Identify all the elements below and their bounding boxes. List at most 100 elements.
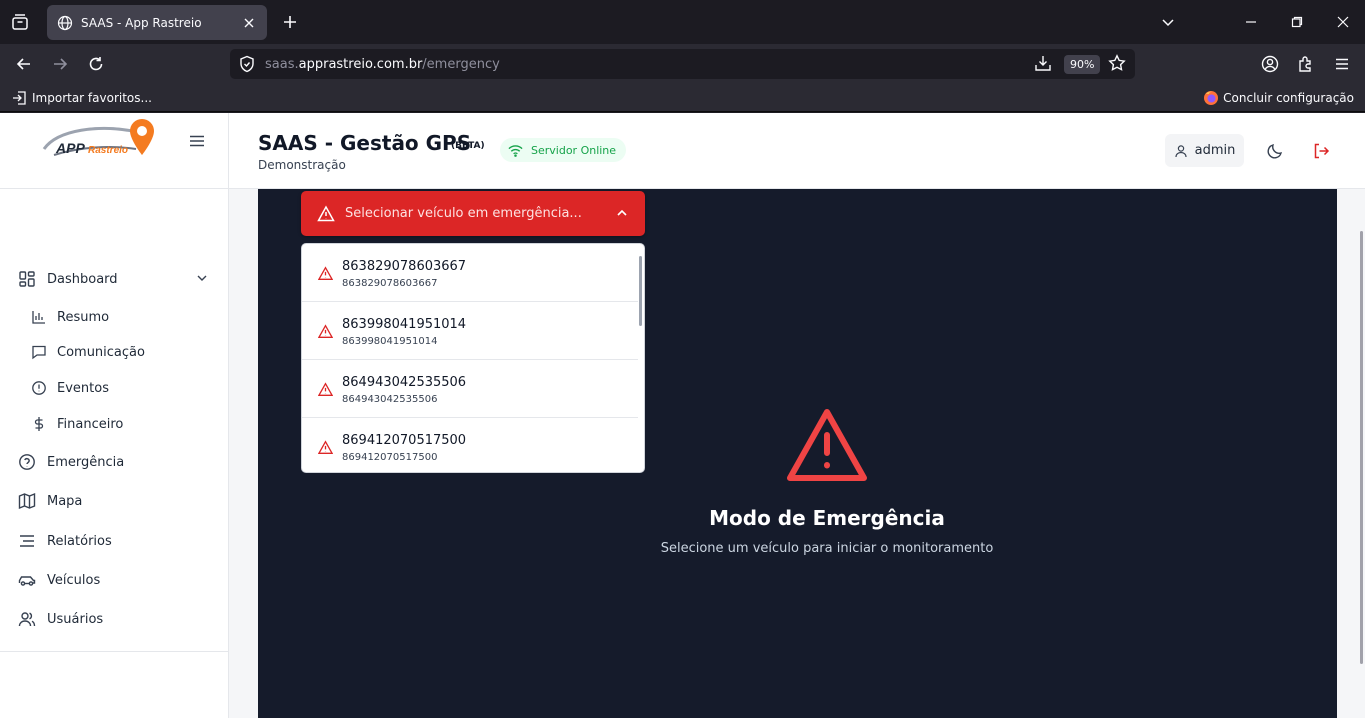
restore-icon[interactable] xyxy=(1285,10,1309,34)
sidebar-item-label: Relatórios xyxy=(47,533,112,549)
menu-icon[interactable] xyxy=(1330,52,1354,76)
page-scrollbar[interactable] xyxy=(1360,231,1363,664)
sidebar-item-label: Resumo xyxy=(57,309,110,325)
moon-icon[interactable] xyxy=(1266,142,1284,160)
star-icon[interactable] xyxy=(1108,54,1128,74)
download-icon[interactable] xyxy=(1034,54,1054,74)
chevron-up-icon xyxy=(616,207,630,221)
globe-icon xyxy=(57,15,73,31)
sidebar: APP Rastreio Dashboard Resumo Comunicaçã… xyxy=(0,113,229,718)
vehicle-subtitle: 863829078603667 xyxy=(342,278,438,289)
back-arrow-icon[interactable] xyxy=(12,52,36,76)
dropdown-scrollbar[interactable] xyxy=(639,256,642,326)
beta-badge: (BETA) xyxy=(451,141,485,151)
finish-setup-label: Concluir configuração xyxy=(1223,91,1354,105)
sidebar-item-label: Veículos xyxy=(47,572,101,588)
user-name: admin xyxy=(1194,143,1236,158)
app-header: SAAS - Gestão GPS (BETA) Demonstração Se… xyxy=(229,113,1365,189)
url-text[interactable]: saas.apprastreio.com.br/emergency xyxy=(265,57,500,72)
sidebar-toggle-icon[interactable] xyxy=(189,133,207,151)
emergency-mode-subtitle: Selecione um veículo para iniciar o moni… xyxy=(660,541,994,556)
sidebar-item-relatorios[interactable]: Relatórios xyxy=(18,532,112,550)
car-icon xyxy=(18,571,36,589)
warning-triangle-icon xyxy=(317,204,335,223)
emergency-vehicle-select[interactable]: Selecionar veículo em emergência... xyxy=(301,191,645,236)
sidebar-divider xyxy=(0,651,228,652)
logo-text-rastreio: Rastreio xyxy=(88,145,128,156)
forward-arrow-icon[interactable] xyxy=(48,52,72,76)
vehicle-dropdown-list[interactable]: 863829078603667 863829078603667 86399804… xyxy=(301,243,645,473)
sidebar-header: APP Rastreio xyxy=(0,113,228,189)
dashboard-icon xyxy=(18,270,36,288)
map-icon xyxy=(18,492,36,510)
warning-triangle-icon xyxy=(318,324,333,339)
list-item[interactable]: 869412070517500 869412070517500 xyxy=(302,418,638,472)
browser-tab-bar: SAAS - App Rastreio xyxy=(0,0,1365,44)
sidebar-item-label: Mapa xyxy=(47,493,83,509)
user-menu-button[interactable]: admin xyxy=(1165,134,1244,167)
sidebar-item-label: Financeiro xyxy=(57,416,124,432)
dollar-icon xyxy=(31,416,47,432)
sidebar-item-financeiro[interactable]: Financeiro xyxy=(31,416,123,432)
list-item[interactable]: 863998041951014 863998041951014 xyxy=(302,302,638,360)
sidebar-item-resumo[interactable]: Resumo xyxy=(31,309,109,325)
browser-nav-bar: saas.apprastreio.com.br/emergency 90% xyxy=(0,44,1365,84)
reload-icon[interactable] xyxy=(84,52,108,76)
vehicle-imei: 864943042535506 xyxy=(342,375,467,390)
sidebar-item-label: Comunicação xyxy=(57,344,145,360)
help-circle-icon xyxy=(18,453,36,471)
zoom-level-badge[interactable]: 90% xyxy=(1064,55,1101,74)
main-content: Selecionar veículo em emergência... 8638… xyxy=(229,189,1365,718)
extensions-icon[interactable] xyxy=(1294,52,1318,76)
import-bookmarks-link[interactable]: Importar favoritos... xyxy=(12,90,152,106)
sidebar-item-eventos[interactable]: Eventos xyxy=(31,380,109,396)
sidebar-item-usuarios[interactable]: Usuários xyxy=(18,610,103,628)
app-logo[interactable]: APP Rastreio xyxy=(40,115,160,161)
vehicle-subtitle: 864943042535506 xyxy=(342,394,438,405)
sidebar-item-veiculos[interactable]: Veículos xyxy=(18,571,100,589)
account-icon[interactable] xyxy=(1258,52,1282,76)
users-icon xyxy=(18,610,36,628)
server-status-label: Servidor Online xyxy=(531,143,617,157)
sidebar-item-comunicacao[interactable]: Comunicação xyxy=(31,344,145,360)
list-item[interactable]: 863829078603667 863829078603667 xyxy=(302,244,638,302)
chevron-down-icon[interactable] xyxy=(196,272,210,286)
close-tab-icon[interactable] xyxy=(241,15,257,31)
tab-list-icon[interactable] xyxy=(8,10,32,34)
bookmarks-bar: Importar favoritos... Concluir configura… xyxy=(0,84,1365,112)
close-window-icon[interactable] xyxy=(1331,10,1355,34)
logout-icon[interactable] xyxy=(1312,142,1330,160)
emergency-select-label: Selecionar veículo em emergência... xyxy=(345,206,582,221)
sidebar-item-label: Emergência xyxy=(47,454,125,470)
sidebar-item-emergencia[interactable]: Emergência xyxy=(18,453,124,471)
finish-setup-link[interactable]: Concluir configuração xyxy=(1203,90,1354,106)
sidebar-item-label: Eventos xyxy=(57,380,109,396)
chevron-down-icon[interactable] xyxy=(1156,10,1180,34)
sidebar-item-mapa[interactable]: Mapa xyxy=(18,492,82,510)
warning-triangle-icon xyxy=(318,382,333,397)
page-title: SAAS - Gestão GPS xyxy=(258,131,472,155)
server-status-badge: Servidor Online xyxy=(500,138,627,162)
vehicle-subtitle: 869412070517500 xyxy=(342,452,438,463)
bar-chart-icon xyxy=(31,309,47,325)
new-tab-icon[interactable] xyxy=(279,10,301,34)
shield-icon[interactable] xyxy=(238,55,256,73)
browser-tab-active[interactable]: SAAS - App Rastreio xyxy=(47,5,267,40)
sidebar-item-label: Dashboard xyxy=(47,271,118,287)
vehicle-imei: 863998041951014 xyxy=(342,317,467,332)
alert-circle-icon xyxy=(31,380,47,396)
user-icon xyxy=(1174,144,1188,158)
emergency-panel: Selecionar veículo em emergência... 8638… xyxy=(258,189,1337,718)
tab-title: SAAS - App Rastreio xyxy=(81,15,202,30)
minimize-icon[interactable] xyxy=(1239,10,1263,34)
sidebar-menu: Dashboard Resumo Comunicação Eventos Fin… xyxy=(0,189,228,652)
sidebar-item-label: Usuários xyxy=(47,611,104,627)
logo-text-app: APP xyxy=(55,140,85,156)
page-subtitle: Demonstração xyxy=(258,158,346,172)
message-icon xyxy=(31,344,47,360)
list-item[interactable]: 864943042535506 864943042535506 xyxy=(302,360,638,418)
address-bar[interactable]: saas.apprastreio.com.br/emergency 90% xyxy=(230,49,1135,79)
sidebar-item-dashboard[interactable]: Dashboard xyxy=(18,270,118,288)
firefox-icon xyxy=(1203,90,1219,106)
warning-triangle-icon xyxy=(318,440,333,455)
